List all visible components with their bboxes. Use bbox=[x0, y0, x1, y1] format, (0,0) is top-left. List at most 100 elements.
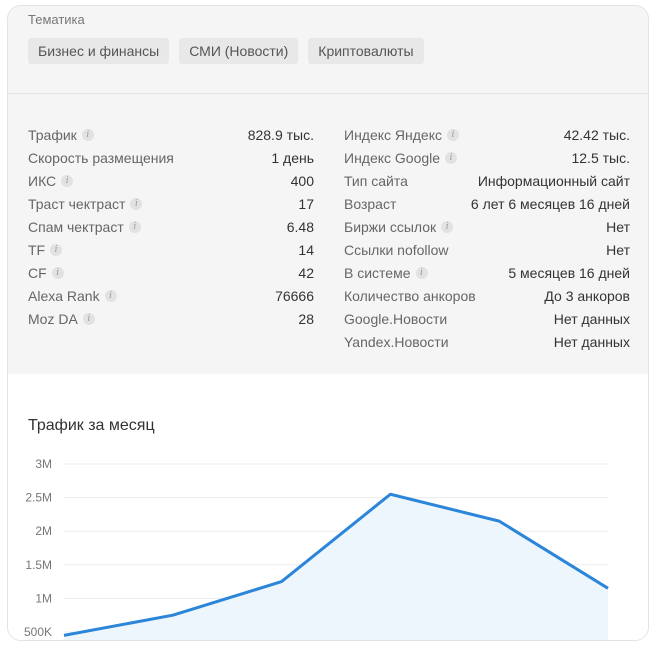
stat-row: Траст чектраст i 17 bbox=[28, 193, 314, 216]
stat-row: TF i 14 bbox=[28, 239, 314, 262]
stat-value: 42.42 тыс. bbox=[563, 127, 630, 143]
topic-chip[interactable]: Бизнес и финансы bbox=[28, 38, 170, 64]
stat-label-text: Ссылки nofollow bbox=[344, 242, 449, 258]
stat-value: 76666 bbox=[275, 288, 314, 304]
stat-label-text: Alexa Rank bbox=[28, 288, 100, 304]
info-icon[interactable]: i bbox=[128, 221, 141, 234]
y-tick-label: 3M bbox=[35, 457, 52, 471]
stat-label: Индекс Google i bbox=[344, 147, 458, 170]
info-icon[interactable]: i bbox=[441, 221, 454, 234]
stats-section: Трафик i 828.9 тыс. Скорость размещения 1 де… bbox=[8, 94, 648, 374]
traffic-area bbox=[64, 494, 608, 640]
topic-chip[interactable]: СМИ (Новости) bbox=[179, 38, 299, 64]
stat-label: ИКС i bbox=[28, 170, 74, 193]
stat-label: Спам чектраст i bbox=[28, 216, 141, 239]
stat-value: 42 bbox=[298, 265, 314, 281]
stat-row: Количество анкоров До 3 анкоров bbox=[344, 285, 630, 308]
stat-value: 5 месяцев 16 дней bbox=[508, 265, 630, 281]
info-icon[interactable]: i bbox=[81, 129, 94, 142]
stat-row: Ссылки nofollow Нет bbox=[344, 239, 630, 262]
stat-label: CF i bbox=[28, 262, 64, 285]
stat-row: Трафик i 828.9 тыс. bbox=[28, 124, 314, 147]
stat-value: 828.9 тыс. bbox=[247, 127, 314, 143]
stat-value: 14 bbox=[298, 242, 314, 258]
stat-row: Yandex.Новости Нет данных bbox=[344, 331, 630, 354]
traffic-chart: 3M 2.5M 2M 1.5M 1M 500K bbox=[24, 457, 613, 640]
stat-label: TF i bbox=[28, 239, 63, 262]
stat-row: Скорость размещения 1 день bbox=[28, 147, 314, 170]
stat-value: Нет данных bbox=[553, 311, 630, 327]
info-icon[interactable]: i bbox=[445, 152, 458, 165]
topics-title: Тематика bbox=[28, 12, 85, 27]
y-tick-label: 1.5M bbox=[25, 558, 52, 572]
y-tick-label: 1M bbox=[35, 591, 52, 605]
stat-label: Alexa Rank i bbox=[28, 285, 117, 308]
stat-label-text: Google.Новости bbox=[344, 311, 448, 327]
stat-label-text: Скорость размещения bbox=[28, 150, 174, 166]
info-icon[interactable]: i bbox=[61, 175, 74, 188]
stat-label: Moz DA i bbox=[28, 308, 95, 331]
stat-row: Moz DA i 28 bbox=[28, 308, 314, 331]
stat-label-text: ИКС bbox=[28, 173, 57, 189]
data-point[interactable] bbox=[494, 516, 504, 526]
stat-label: Возраст bbox=[344, 193, 396, 216]
stat-value: До 3 анкоров bbox=[544, 288, 630, 304]
stat-row: CF i 42 bbox=[28, 262, 314, 285]
stat-label: Трафик i bbox=[28, 124, 94, 147]
stat-label-text: В системе bbox=[344, 265, 411, 281]
stat-label: Количество анкоров bbox=[344, 285, 476, 308]
info-icon[interactable]: i bbox=[82, 313, 95, 326]
info-icon[interactable]: i bbox=[50, 244, 63, 257]
stat-row: Возраст 6 лет 6 месяцев 16 дней bbox=[344, 193, 630, 216]
stat-label-text: Индекс Яндекс bbox=[344, 127, 442, 143]
topics-section: Тематика Бизнес и финансы СМИ (Новости) … bbox=[8, 6, 648, 94]
stat-row: Биржи ссылок i Нет bbox=[344, 216, 630, 239]
data-point[interactable] bbox=[385, 489, 395, 499]
y-tick-label: 2.5M bbox=[25, 491, 52, 505]
info-icon[interactable]: i bbox=[104, 290, 117, 303]
traffic-chart-section: Трафик за месяц 3M 2.5M 2M 1.5M 1M 500K bbox=[8, 374, 648, 640]
stat-label-text: Траст чектраст bbox=[28, 196, 126, 212]
stat-row: ИКС i 400 bbox=[28, 170, 314, 193]
info-icon[interactable]: i bbox=[447, 129, 459, 142]
stat-label-text: Индекс Google bbox=[344, 150, 441, 166]
stat-label-text: Спам чектраст bbox=[28, 219, 124, 235]
stat-label-text: Биржи ссылок bbox=[344, 219, 437, 235]
topic-chip[interactable]: Криптовалюты bbox=[308, 38, 424, 64]
data-point[interactable] bbox=[59, 630, 69, 640]
stat-label-text: Трафик bbox=[28, 127, 77, 143]
stat-value: 28 bbox=[298, 311, 314, 327]
stat-row: Индекс Google i 12.5 тыс. bbox=[344, 147, 630, 170]
stat-value: Нет bbox=[606, 219, 630, 235]
stat-value: 400 bbox=[290, 173, 314, 189]
y-tick-label: 500K bbox=[24, 625, 52, 639]
stat-value: 17 bbox=[298, 196, 314, 212]
data-point[interactable] bbox=[168, 610, 178, 620]
stat-label: Траст чектраст i bbox=[28, 193, 143, 216]
stat-label: Индекс Яндекс i bbox=[344, 124, 459, 147]
data-point[interactable] bbox=[277, 577, 287, 587]
stat-value: 12.5 тыс. bbox=[571, 150, 630, 166]
stat-label: Тип сайта bbox=[344, 170, 408, 193]
info-icon[interactable]: i bbox=[51, 267, 64, 280]
stat-label: Скорость размещения bbox=[28, 147, 174, 170]
stat-label-text: TF bbox=[28, 242, 46, 258]
site-info-card: Тематика Бизнес и финансы СМИ (Новости) … bbox=[7, 5, 649, 641]
stat-value: Нет данных bbox=[553, 334, 630, 350]
stats-right-column: Индекс Яндекс i 42.42 тыс. Индекс Google i 12… bbox=[344, 124, 630, 354]
stat-value: 6.48 bbox=[286, 219, 314, 235]
stat-row: Спам чектраст i 6.48 bbox=[28, 216, 314, 239]
stat-label-text: CF bbox=[28, 265, 47, 281]
stat-row: Тип сайта Информационный сайт bbox=[344, 170, 630, 193]
info-icon[interactable]: i bbox=[415, 267, 428, 280]
stat-label: Биржи ссылок i bbox=[344, 216, 454, 239]
stat-label-text: Количество анкоров bbox=[344, 288, 476, 304]
data-point[interactable] bbox=[603, 583, 613, 593]
stat-label: Google.Новости bbox=[344, 308, 447, 331]
topic-chips: Бизнес и финансы СМИ (Новости) Криптовал… bbox=[28, 38, 424, 64]
y-tick-label: 2M bbox=[35, 524, 52, 538]
info-icon[interactable]: i bbox=[130, 198, 143, 211]
stat-value: Нет bbox=[606, 242, 630, 258]
stat-label-text: Тип сайта bbox=[344, 173, 408, 189]
stat-label-text: Moz DA bbox=[28, 311, 78, 327]
